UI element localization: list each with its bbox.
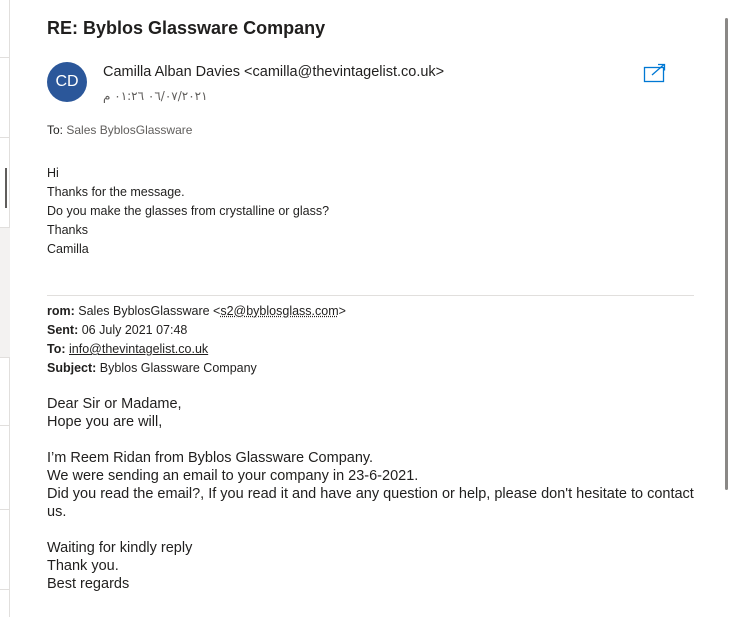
quoted-sent-label: Sent: — [47, 323, 79, 337]
to-label: To: — [47, 123, 64, 137]
body-line: Dear Sir or Madame, — [47, 396, 182, 412]
body-line: Thank you. — [47, 558, 119, 574]
sent-date: ٠٦/٠٧/٢٠٢١ ٠١:٢٦ م — [103, 89, 208, 103]
body-line: I’m Reem Ridan from Byblos Glassware Com… — [47, 450, 374, 466]
reply-line: Thanks — [47, 223, 88, 237]
message-list-item[interactable] — [0, 510, 10, 590]
message-list-edge — [0, 0, 10, 617]
reply-body: Hi Thanks for the message. Do you make t… — [47, 164, 329, 259]
open-in-new-window-button[interactable] — [643, 63, 667, 83]
quoted-subject-value: Byblos Glassware Company — [99, 361, 257, 375]
body-line: We were sending an email to your company… — [47, 468, 419, 484]
message-list-item[interactable] — [0, 58, 10, 138]
quoted-from-email-link[interactable]: s2@byblosglass.com — [220, 304, 338, 318]
message-list-item[interactable] — [0, 358, 10, 426]
quoted-from-close: > — [338, 304, 346, 318]
quoted-from-row: rom: Sales ByblosGlassware <s2@byblosgla… — [47, 302, 346, 321]
original-message-body: Dear Sir or Madame, Hope you are will, I… — [47, 395, 707, 593]
reading-pane-scrollbar[interactable] — [722, 0, 730, 617]
sender-avatar[interactable]: CD — [47, 62, 87, 102]
quoted-sent-row: Sent: 06 July 2021 07:48 — [47, 321, 346, 340]
avatar-initials: CD — [55, 73, 79, 90]
quoted-to-row: To: info@thevintagelist.co.uk — [47, 340, 346, 359]
message-list-item[interactable] — [0, 138, 10, 228]
body-line: Did you read the email?, If you read it … — [47, 486, 694, 520]
quoted-to-label: To: — [47, 342, 66, 356]
reply-line: Thanks for the message. — [47, 185, 185, 199]
reply-line: Do you make the glasses from crystalline… — [47, 204, 330, 218]
quoted-from-label: rom: — [47, 304, 75, 318]
body-line: Waiting for kindly reply — [47, 540, 193, 556]
open-in-new-window-icon — [643, 63, 666, 83]
quoted-subject-row: Subject: Byblos Glassware Company — [47, 359, 346, 378]
sender-name[interactable]: Camilla Alban Davies <camilla@thevintage… — [103, 64, 444, 80]
quoted-from-name: Sales ByblosGlassware < — [78, 304, 221, 318]
body-line: Best regards — [47, 576, 130, 592]
message-list-item-selected[interactable] — [0, 228, 10, 290]
scrollbar-thumb[interactable] — [725, 18, 728, 490]
quoted-header: rom: Sales ByblosGlassware <s2@byblosgla… — [47, 302, 346, 378]
quoted-to-email-link[interactable]: info@thevintagelist.co.uk — [69, 342, 208, 356]
message-list-item[interactable] — [0, 0, 10, 58]
message-list-item[interactable] — [0, 290, 10, 358]
to-line: To: Sales ByblosGlassware — [47, 123, 192, 137]
message-list-item[interactable] — [0, 426, 10, 510]
quote-divider — [47, 295, 694, 296]
reply-line: Camilla — [47, 242, 89, 256]
reply-line: Hi — [47, 166, 59, 180]
to-recipients[interactable]: Sales ByblosGlassware — [66, 123, 192, 137]
quoted-subject-label: Subject: — [47, 361, 97, 375]
body-line: Hope you are will, — [47, 414, 163, 430]
email-subject: RE: Byblos Glassware Company — [47, 18, 326, 38]
quoted-sent-value: 06 July 2021 07:48 — [81, 323, 188, 337]
